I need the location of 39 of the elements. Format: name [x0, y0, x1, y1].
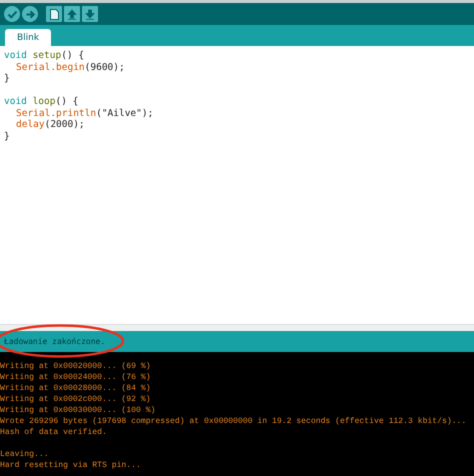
class-name: Serial.: [16, 62, 56, 73]
splitter-bar[interactable]: [0, 324, 474, 331]
down-arrow-icon: [85, 8, 95, 20]
function-name: setup: [32, 50, 62, 62]
function-name: loop: [32, 96, 56, 108]
console-line: Writing at 0x00020000... (69 %): [0, 361, 151, 372]
save-button[interactable]: [82, 6, 98, 22]
console-line: Hash of data verified.: [0, 427, 107, 438]
console-line: Writing at 0x00030000... (100 %): [0, 405, 156, 416]
console-line: Hard resetting via RTS pin...: [0, 460, 141, 471]
verify-button[interactable]: [4, 6, 20, 22]
document-icon: [50, 8, 58, 20]
upload-button[interactable]: [22, 6, 38, 22]
console-line: Writing at 0x00024000... (76 %): [0, 372, 151, 383]
console-line: Writing at 0x0002c000... (92 %): [0, 394, 151, 405]
console-line: Leaving...: [0, 449, 49, 460]
code-editor[interactable]: void setup() { Serial.begin(9600); } void loop() { Serial.println("Ailve"); delay(2000); }: [0, 46, 474, 324]
code-text: }: [4, 73, 10, 84]
code-text: }: [4, 130, 10, 142]
new-file-button[interactable]: [46, 6, 62, 22]
code-text: ("Ailve");: [96, 108, 154, 119]
code-text: (2000);: [44, 119, 85, 130]
method-name: delay: [16, 119, 45, 130]
file-tab[interactable]: Blink: [5, 29, 52, 46]
method-name: println: [56, 108, 96, 119]
code-text: () {: [61, 50, 84, 62]
console-line: Writing at 0x00028000... (84 %): [0, 383, 151, 394]
class-name: Serial.: [16, 108, 56, 119]
code-text: () {: [55, 96, 78, 108]
open-button[interactable]: [64, 6, 80, 22]
keyword-text: void: [4, 50, 27, 62]
method-name: begin: [56, 62, 85, 73]
code-text: (9600);: [84, 62, 125, 73]
right-arrow-icon: [24, 8, 36, 20]
up-arrow-icon: [67, 8, 77, 20]
checkmark-icon: [6, 8, 18, 20]
status-message: Ładowanie zakończone.: [4, 337, 106, 346]
console-line: Wrote 269296 bytes (197698 compressed) at 0x00000000 in 19.2 seconds (effective 112.3 kbit/s)...: [0, 416, 466, 427]
keyword-text: void: [4, 96, 27, 108]
